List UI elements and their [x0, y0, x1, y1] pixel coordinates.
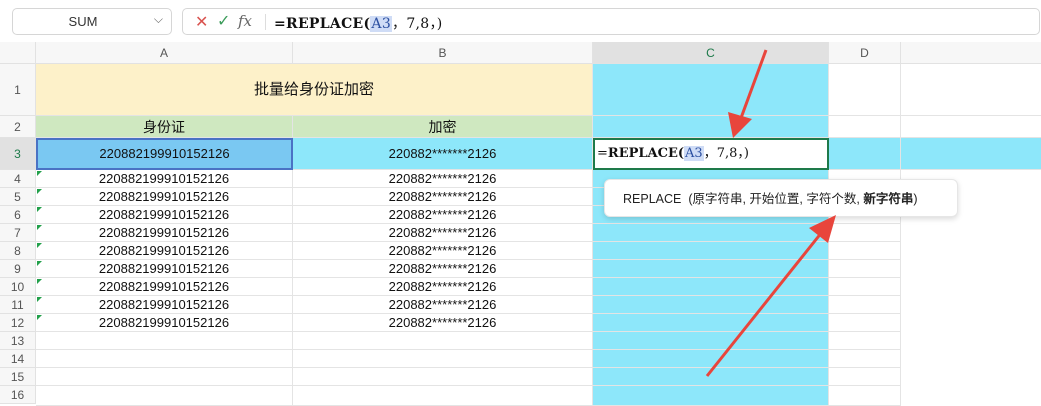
- annotation-arrows: [705, 49, 836, 377]
- arrow-to-cell: [728, 49, 768, 138]
- arrow-to-tooltip: [705, 215, 836, 377]
